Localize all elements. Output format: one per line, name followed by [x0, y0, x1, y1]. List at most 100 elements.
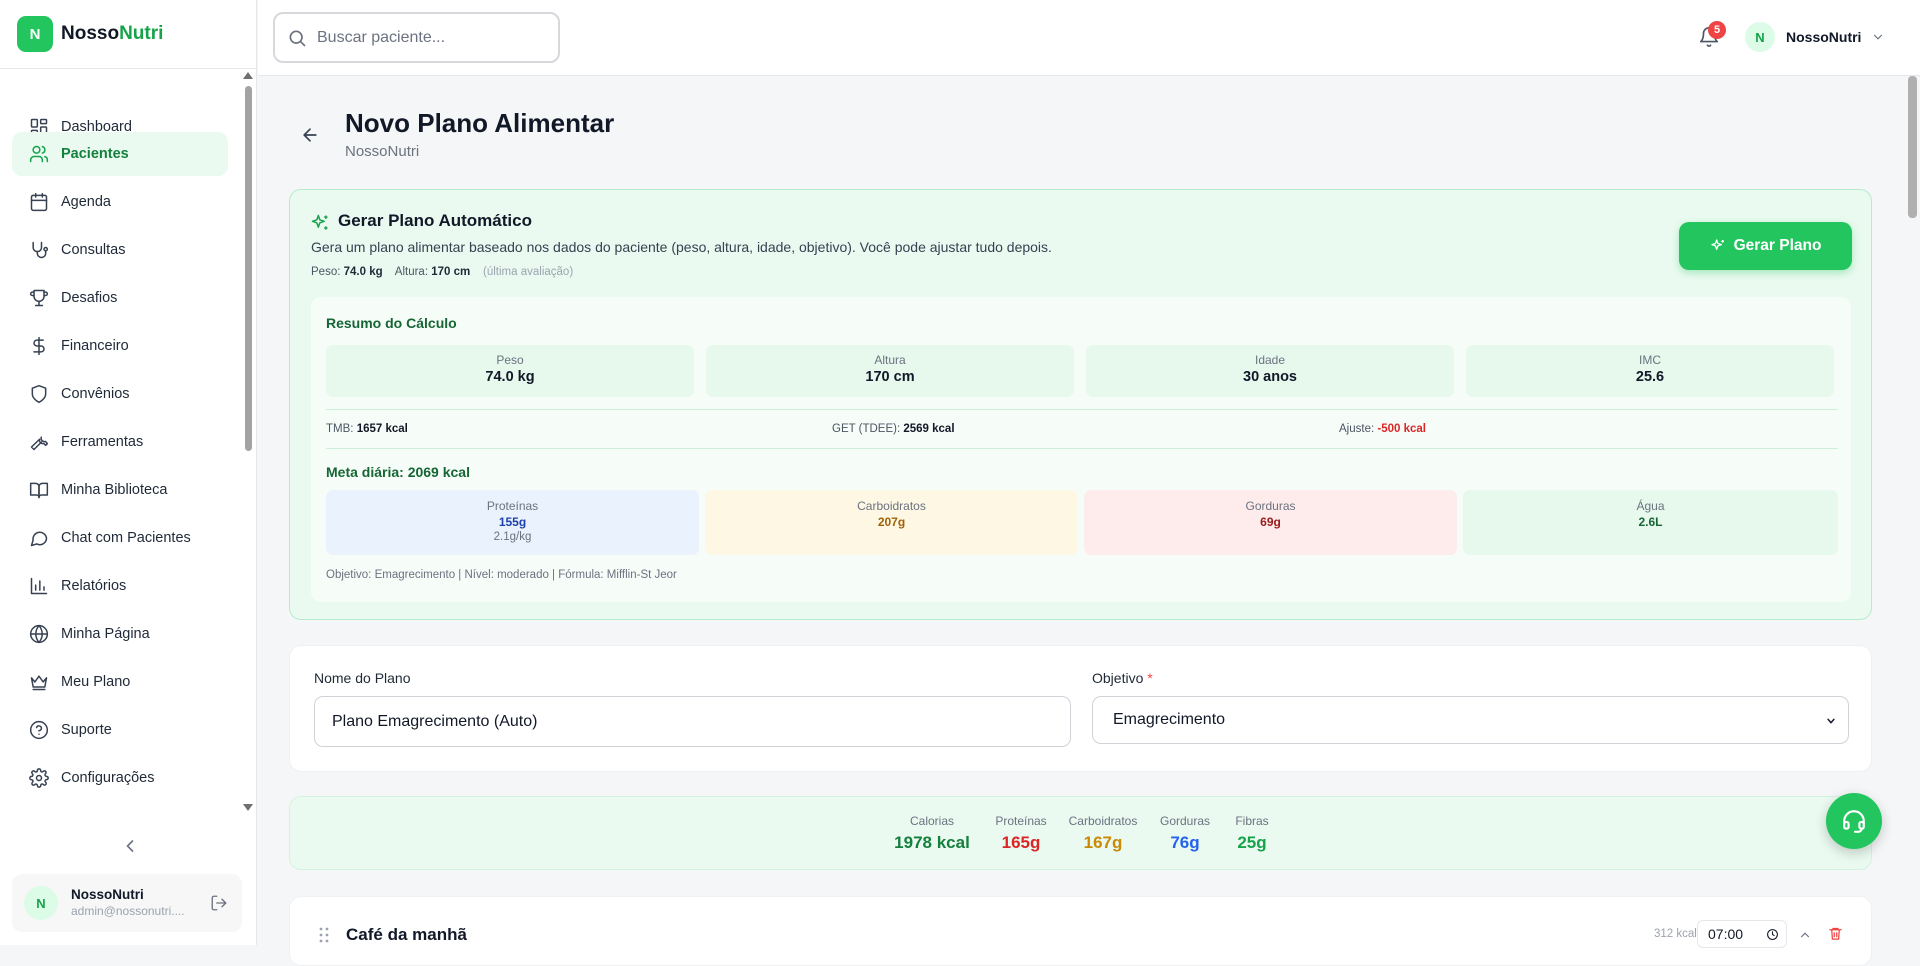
gear-icon: [29, 768, 49, 788]
total-gorduras: Gorduras 76g: [1160, 814, 1211, 852]
tmb-value: TMB: 1657 kcal: [326, 423, 408, 435]
total-calorias: Calorias 1978 kcal: [894, 814, 970, 852]
collapse-sidebar-button[interactable]: [120, 836, 140, 856]
divider: [326, 409, 1838, 410]
calculation-footnote: Objetivo: Emagrecimento | Nível: moderad…: [326, 569, 677, 581]
chevron-up-icon: [1800, 932, 1810, 938]
total-proteinas: Proteínas 165g: [995, 814, 1047, 852]
plan-name-input[interactable]: [314, 696, 1071, 747]
stat-imc: IMC 25.6: [1466, 345, 1834, 397]
stethoscope-icon: [32, 241, 49, 259]
bar-chart-icon: [30, 577, 48, 595]
brand-logo: N: [17, 16, 53, 52]
chevron-down-icon: [1874, 34, 1883, 40]
stat-peso: Peso 74.0 kg: [326, 345, 694, 397]
macro-gorduras: Gorduras 69g: [1084, 490, 1457, 555]
search-input[interactable]: [317, 28, 537, 47]
plan-name-label: Nome do Plano: [314, 670, 411, 686]
sidebar-item-label: Agenda: [61, 194, 111, 210]
back-button[interactable]: [300, 125, 320, 145]
notification-badge: 5: [1708, 21, 1726, 39]
meal-card: Café da manhã 312 kcal 07:00: [289, 896, 1872, 966]
sidebar-item-minha-pagina[interactable]: Minha Página: [12, 612, 228, 656]
sparkles-icon: [311, 214, 328, 230]
page-title: Novo Plano Alimentar: [345, 108, 615, 138]
user-email: admin@nossonutri....: [71, 903, 185, 918]
total-fibras: Fibras 25g: [1235, 814, 1269, 852]
sidebar: N NossoNutri Dashboard Pacientes Agenda …: [0, 0, 257, 945]
sidebar-scroll-thumb[interactable]: [245, 86, 252, 451]
scroll-up-arrow[interactable]: [243, 72, 253, 79]
clock-icon: [1767, 929, 1778, 940]
collapse-meal-button[interactable]: [1798, 928, 1812, 942]
objective-selected-value: Emagrecimento: [1113, 711, 1226, 728]
sidebar-item-desafios[interactable]: Desafios: [12, 276, 228, 320]
sidebar-item-label: Relatórios: [61, 578, 127, 594]
trophy-icon: [29, 289, 49, 307]
sidebar-item-label: Convênios: [61, 386, 130, 402]
logout-icon: [211, 895, 227, 911]
meal-name[interactable]: Café da manhã: [346, 925, 467, 945]
chevron-left-icon: [126, 840, 134, 852]
sidebar-item-suporte[interactable]: Suporte: [12, 708, 228, 752]
avatar: N: [24, 886, 58, 920]
sidebar-item-configuracoes[interactable]: Configurações: [12, 756, 228, 800]
calendar-icon: [30, 192, 48, 212]
sidebar-item-label: Minha Biblioteca: [61, 482, 168, 498]
sidebar-item-label: Desafios: [61, 290, 118, 306]
sidebar-item-relatorios[interactable]: Relatórios: [12, 564, 228, 608]
search-box[interactable]: [273, 12, 560, 63]
help-circle-icon: [29, 720, 49, 740]
globe-icon: [29, 624, 49, 644]
divider: [0, 68, 257, 69]
topbar: 5 N NossoNutri: [258, 0, 1920, 76]
daily-goal: Meta diária: 2069 kcal: [326, 464, 470, 480]
support-chat-button[interactable]: [1826, 793, 1882, 849]
delete-meal-button[interactable]: [1828, 926, 1843, 941]
page-subtitle: NossoNutri: [345, 143, 420, 160]
meal-time-input[interactable]: 07:00: [1697, 920, 1787, 948]
divider: [326, 448, 1838, 449]
objective-select[interactable]: Emagrecimento: [1092, 696, 1849, 744]
macro-agua: Água 2.6L: [1463, 490, 1838, 555]
brand-name: NossoNutri: [61, 23, 164, 44]
sidebar-item-label: Consultas: [61, 242, 126, 258]
sidebar-item-financeiro[interactable]: Financeiro: [12, 324, 228, 368]
brand[interactable]: N NossoNutri: [17, 16, 163, 52]
drag-handle-icon[interactable]: [318, 927, 330, 943]
objective-label: Objetivo *: [1092, 670, 1153, 686]
sidebar-item-consultas[interactable]: Consultas: [12, 228, 228, 272]
macro-proteinas: Proteínas 155g 2.1g/kg: [326, 490, 699, 555]
users-icon: [29, 145, 49, 163]
meal-calories: 312 kcal: [1654, 928, 1697, 940]
scroll-down-arrow[interactable]: [243, 804, 253, 811]
sidebar-item-pacientes[interactable]: Pacientes: [12, 132, 228, 176]
dollar-icon: [33, 336, 45, 356]
total-carboidratos: Carboidratos 167g: [1068, 814, 1138, 852]
auto-plan-title: Gerar Plano Automático: [338, 211, 532, 230]
sidebar-item-minha-biblioteca[interactable]: Minha Biblioteca: [12, 468, 228, 512]
logout-button[interactable]: [210, 894, 228, 912]
sidebar-item-convenios[interactable]: Convênios: [12, 372, 228, 416]
page-scroll-thumb[interactable]: [1908, 76, 1917, 218]
sidebar-item-label: Pacientes: [61, 146, 129, 162]
stat-altura: Altura 170 cm: [706, 345, 1074, 397]
generate-plan-button[interactable]: Gerar Plano: [1679, 222, 1852, 270]
trash-icon: [1829, 927, 1842, 940]
chevron-down-icon: [1827, 718, 1835, 724]
book-icon: [29, 482, 49, 499]
nutrition-totals: Calorias 1978 kcal Proteínas 165g Carboi…: [289, 796, 1872, 870]
summary-title: Resumo do Cálculo: [326, 315, 457, 331]
arrow-left-icon: [303, 128, 317, 142]
crown-icon: [30, 675, 48, 691]
user-name: NossoNutri: [1786, 29, 1862, 45]
avatar: N: [1745, 22, 1775, 52]
sidebar-item-label: Financeiro: [61, 338, 129, 354]
search-icon: [289, 30, 306, 46]
get-value: GET (TDEE): 2569 kcal: [832, 423, 955, 435]
sidebar-item-meu-plano[interactable]: Meu Plano: [12, 660, 228, 704]
user-menu[interactable]: N NossoNutri: [1745, 20, 1885, 54]
sidebar-item-agenda[interactable]: Agenda: [12, 180, 228, 224]
sidebar-item-ferramentas[interactable]: Ferramentas: [12, 420, 228, 464]
sidebar-item-chat-com-pacientes[interactable]: Chat com Pacientes: [12, 516, 228, 560]
